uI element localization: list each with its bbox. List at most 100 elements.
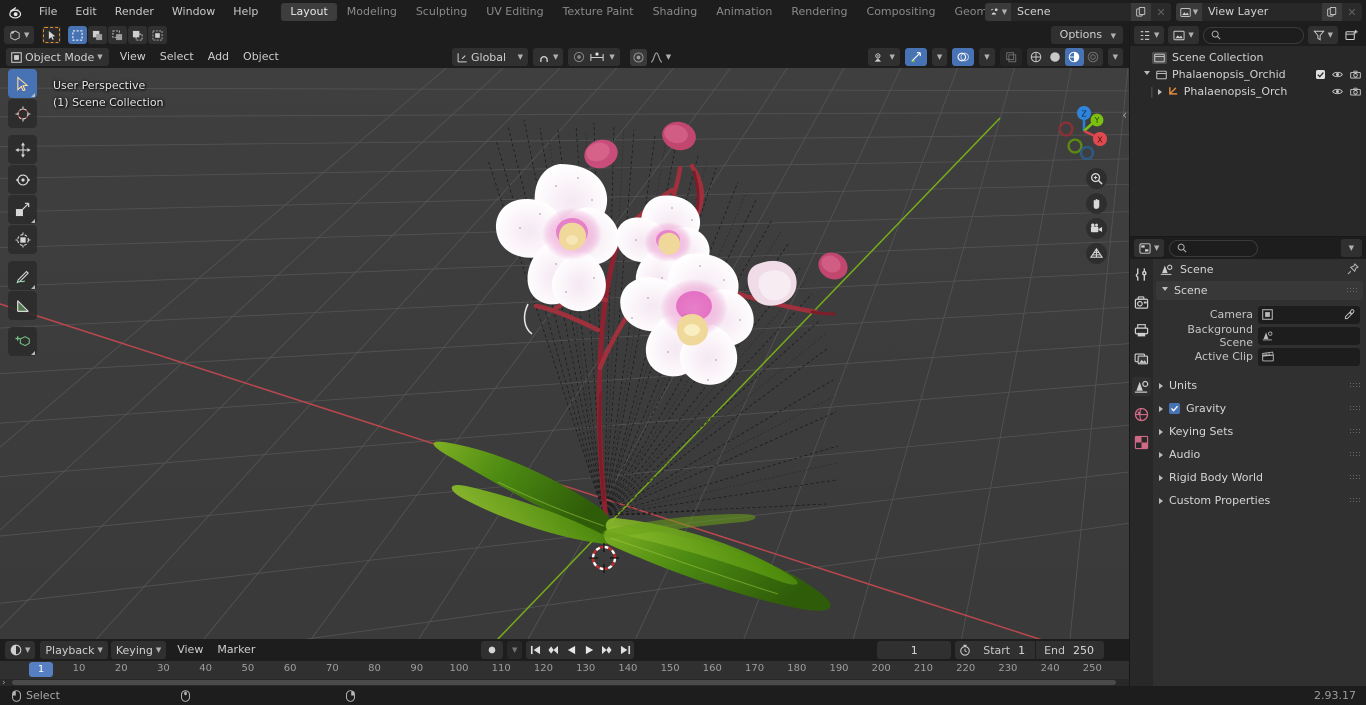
shading-rendered-button[interactable] (1084, 48, 1103, 66)
select-extend-button[interactable] (88, 26, 108, 44)
timeline-ruler[interactable]: 10 20 30 40 50 60 70 80 90 100 110 120 130 140 150 160 1… (0, 661, 1129, 679)
use-preview-range-button[interactable] (955, 641, 976, 659)
properties-tab-texture[interactable] (1132, 433, 1151, 452)
background-scene-field[interactable] (1258, 326, 1360, 345)
properties-tab-output[interactable] (1132, 321, 1151, 340)
tab-rendering[interactable]: Rendering (782, 3, 856, 21)
play-icon[interactable] (580, 641, 599, 659)
tool-rotate[interactable] (8, 165, 37, 194)
hide-in-viewport-icon[interactable] (1332, 70, 1343, 79)
blender-logo-icon[interactable] (0, 0, 30, 24)
playback-menu[interactable]: Playback ▼ (40, 641, 108, 659)
outliner-filter-button[interactable]: ▼ (1307, 26, 1338, 44)
disable-in-renders-icon[interactable] (1350, 87, 1361, 96)
gravity-panel-header[interactable]: Gravity (1153, 399, 1366, 418)
expand-icon[interactable] (1157, 88, 1162, 95)
editor-type-selector[interactable]: ▼ (4, 26, 35, 44)
shading-solid-button[interactable] (1046, 48, 1065, 66)
tab-shading[interactable]: Shading (644, 3, 707, 21)
menu-render[interactable]: Render (106, 0, 163, 24)
unlink-scene-icon[interactable]: ✕ (1151, 3, 1171, 21)
view-layer-name[interactable]: View Layer (1202, 3, 1322, 21)
tab-animation[interactable]: Animation (707, 3, 781, 21)
timeline-menu-view[interactable]: View (170, 641, 210, 659)
gizmo-options-dropdown[interactable]: ▼ (931, 48, 948, 66)
shading-options-dropdown[interactable]: ▼ (1107, 48, 1123, 66)
viewport-menu-view[interactable]: View (113, 48, 153, 66)
expand-collapse-icon[interactable] (1144, 71, 1150, 78)
shading-material-preview-button[interactable] (1064, 48, 1084, 66)
new-collection-button[interactable] (1342, 26, 1361, 44)
new-view-layer-icon[interactable] (1322, 3, 1342, 21)
properties-editor-type-selector[interactable]: ▼ (1134, 239, 1165, 257)
outliner-display-mode-selector[interactable]: ▼ (1134, 26, 1165, 44)
shading-wireframe-button[interactable] (1027, 48, 1046, 66)
viewport-visibility-dropdown[interactable]: ▼ (868, 48, 900, 66)
viewport-canvas[interactable]: User Perspective (1) Scene Collection Z … (0, 68, 1129, 639)
tool-move[interactable] (8, 135, 37, 164)
keying-sets-panel-header[interactable]: Keying Sets (1153, 422, 1366, 441)
timeline-editor-type-selector[interactable]: ▼ (5, 641, 36, 659)
proportional-falloff-selector[interactable]: ▼ (625, 48, 676, 66)
tool-annotate[interactable] (8, 261, 37, 290)
hand-pan-icon[interactable] (1086, 193, 1107, 214)
menu-window[interactable]: Window (163, 0, 224, 24)
viewport-options-button[interactable]: Options ▼ (1050, 26, 1123, 44)
scene-panel-header[interactable]: Scene (1156, 281, 1363, 300)
hide-in-viewport-icon[interactable] (1332, 87, 1343, 96)
menu-help[interactable]: Help (224, 0, 267, 24)
properties-tab-view-layer[interactable] (1132, 349, 1151, 368)
scene-selector[interactable]: ▼ Scene ✕ (985, 3, 1171, 21)
zoom-icon[interactable] (1086, 168, 1107, 189)
play-reverse-icon[interactable] (562, 641, 581, 659)
viewport-menu-select[interactable]: Select (153, 48, 201, 66)
tool-transform[interactable] (8, 225, 37, 254)
jump-next-keyframe-icon[interactable] (598, 641, 617, 659)
properties-options-menu[interactable]: ▼ (1340, 239, 1362, 257)
tool-cursor[interactable] (8, 99, 37, 128)
collection-checkbox[interactable] (1316, 70, 1325, 79)
properties-tab-render[interactable] (1132, 293, 1151, 312)
properties-tab-tool[interactable] (1132, 265, 1151, 284)
active-clip-field[interactable] (1258, 347, 1360, 366)
keying-menu[interactable]: Keying ▼ (110, 641, 167, 659)
audio-panel-header[interactable]: Audio (1153, 445, 1366, 464)
pin-icon[interactable] (1347, 263, 1359, 275)
tool-tweak[interactable] (8, 69, 37, 98)
properties-search-input[interactable] (1169, 239, 1258, 257)
scene-name[interactable]: Scene (1011, 3, 1131, 21)
tab-sculpting[interactable]: Sculpting (407, 3, 476, 21)
viewport-overlays-toggle[interactable] (952, 48, 975, 66)
tab-modeling[interactable]: Modeling (338, 3, 406, 21)
tab-layout[interactable]: Layout (281, 3, 337, 21)
outliner-row-orchid-object[interactable]: | Phalaenopsis_Orchid_Pla (1130, 83, 1366, 100)
select-subtract-button[interactable] (108, 26, 128, 44)
menu-edit[interactable]: Edit (66, 0, 105, 24)
camera-field[interactable] (1258, 305, 1360, 324)
camera-view-icon[interactable] (1086, 218, 1107, 239)
view-layer-browse-icon[interactable]: ▼ (1176, 3, 1202, 21)
outliner-row-orchid-collection[interactable]: Phalaenopsis_Orchid_Plant_0( (1130, 66, 1366, 83)
select-invert-button[interactable] (128, 26, 148, 44)
properties-tab-world[interactable] (1132, 405, 1151, 424)
select-box-button[interactable] (68, 26, 88, 44)
view-layer-selector[interactable]: ▼ View Layer ✕ (1176, 3, 1362, 21)
outliner-search-input[interactable] (1202, 26, 1304, 44)
select-intersect-button[interactable] (148, 26, 168, 44)
object-mode-selector[interactable]: Object Mode ▼ (6, 48, 109, 66)
viewport-menu-object[interactable]: Object (236, 48, 286, 66)
units-panel-header[interactable]: Units (1153, 376, 1366, 395)
timeline-menu-marker[interactable]: Marker (210, 641, 262, 659)
viewport-gizmo-toggle[interactable] (904, 48, 927, 66)
rigid-body-world-panel-header[interactable]: Rigid Body World (1153, 468, 1366, 487)
xray-toggle[interactable] (999, 48, 1022, 66)
new-scene-icon[interactable] (1131, 3, 1151, 21)
frame-end-field[interactable]: End 250 (1036, 641, 1104, 659)
tool-add-cube[interactable] (8, 327, 37, 356)
jump-to-start-icon[interactable] (526, 641, 545, 659)
viewport-menu-add[interactable]: Add (201, 48, 236, 66)
navigation-gizmo[interactable]: Z Y X (1053, 100, 1115, 162)
frame-start-field[interactable]: Start 1 (975, 641, 1036, 659)
outliner-row-scene-collection[interactable]: Scene Collection (1130, 49, 1366, 66)
scene-browse-icon[interactable]: ▼ (985, 3, 1011, 21)
